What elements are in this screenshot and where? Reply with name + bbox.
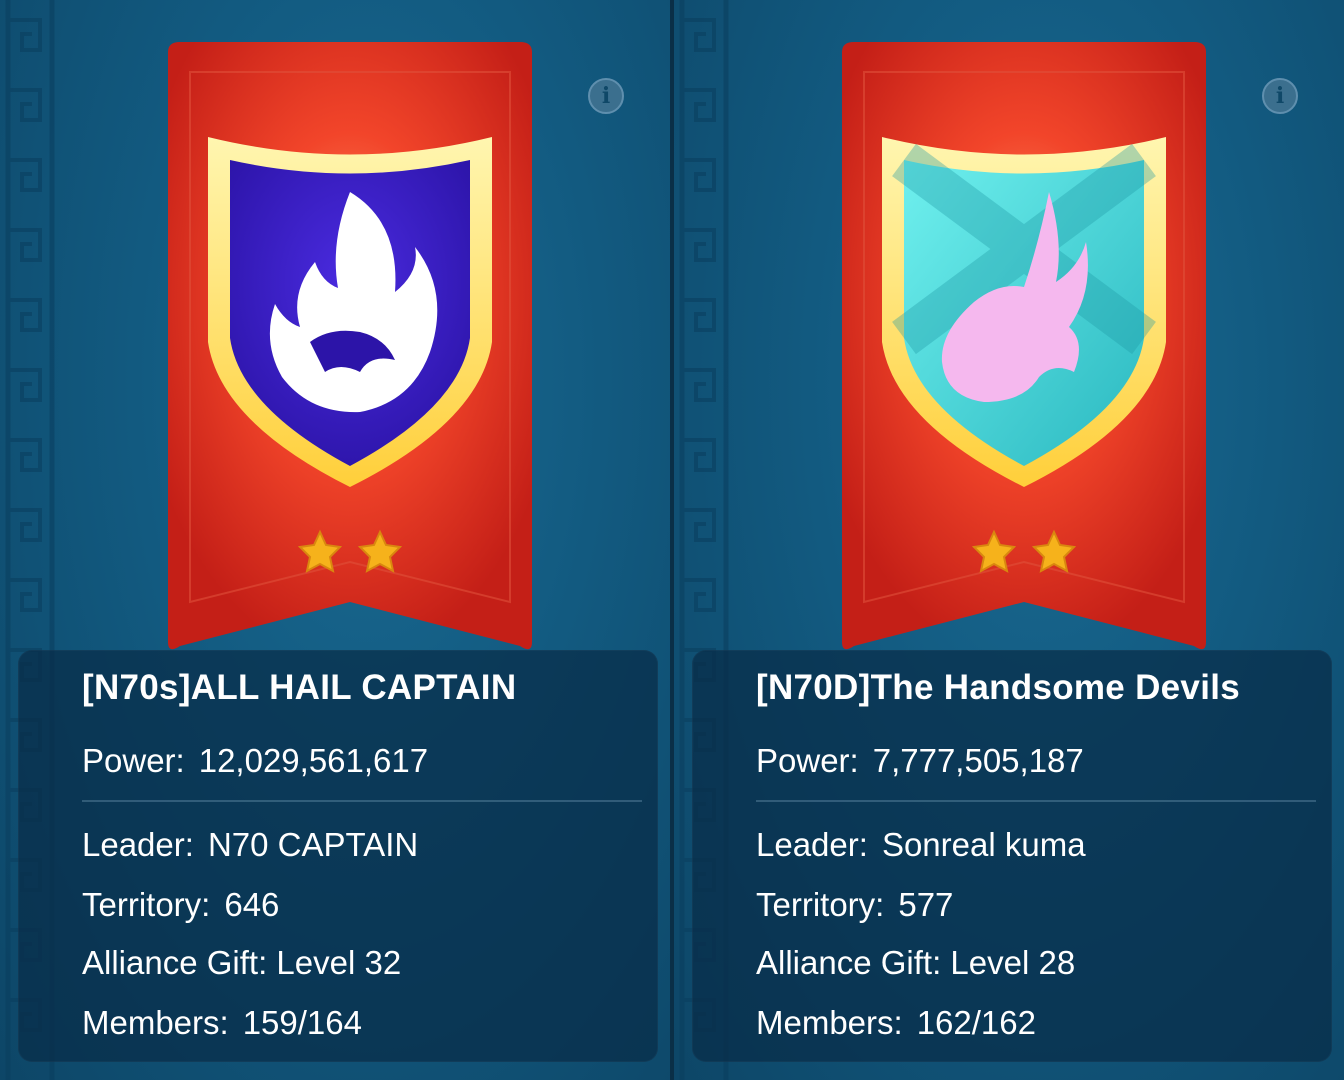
power-value: 7,777,505,187 [872,742,1084,779]
leader-value: Sonreal kuma [881,826,1086,863]
leader-row: Leader: Sonreal kuma [756,826,1086,864]
gift-label: Alliance Gift: [756,944,942,981]
alliance-info-card: [N70D]The Handsome Devils Power: 7,777,50… [692,650,1332,1062]
gift-row: Alliance Gift: Level 28 [756,944,1075,982]
info-button[interactable]: i [588,78,624,114]
territory-row: Territory: 646 [82,886,279,924]
power-value: 12,029,561,617 [198,742,429,779]
alliance-panel-left: i [N70s]ALL HAIL CAPTAIN Power: 12,029,5… [0,0,670,1080]
territory-label: Territory: [756,886,885,923]
gift-value: Level 32 [276,944,402,981]
info-button[interactable]: i [1262,78,1298,114]
members-label: Members: [82,1004,229,1041]
divider-line [756,800,1316,802]
territory-value: 577 [898,886,954,923]
alliance-banner [842,42,1206,650]
members-row: Members: 159/164 [82,1004,362,1042]
gift-label: Alliance Gift: [82,944,268,981]
power-row: Power: 7,777,505,187 [756,742,1084,780]
members-value: 162/162 [916,1004,1036,1041]
power-label: Power: [756,742,859,779]
gift-value: Level 28 [950,944,1076,981]
leader-label: Leader: [82,826,194,863]
power-label: Power: [82,742,185,779]
alliance-info-card: [N70s]ALL HAIL CAPTAIN Power: 12,029,561,… [18,650,658,1062]
gift-row: Alliance Gift: Level 32 [82,944,401,982]
alliance-panel-right: i [N70D]The Handsome Devils Power: 7,777… [674,0,1344,1080]
alliance-comparison: i [N70s]ALL HAIL CAPTAIN Power: 12,029,5… [0,0,1344,1080]
leader-label: Leader: [756,826,868,863]
divider-line [82,800,642,802]
members-label: Members: [756,1004,903,1041]
alliance-name: [N70s]ALL HAIL CAPTAIN [82,668,517,707]
territory-value: 646 [224,886,280,923]
members-row: Members: 162/162 [756,1004,1036,1042]
leader-value: N70 CAPTAIN [207,826,419,863]
members-value: 159/164 [242,1004,362,1041]
power-row: Power: 12,029,561,617 [82,742,428,780]
leader-row: Leader: N70 CAPTAIN [82,826,418,864]
alliance-name: [N70D]The Handsome Devils [756,668,1241,707]
alliance-banner [168,42,532,650]
territory-row: Territory: 577 [756,886,953,924]
territory-label: Territory: [82,886,211,923]
